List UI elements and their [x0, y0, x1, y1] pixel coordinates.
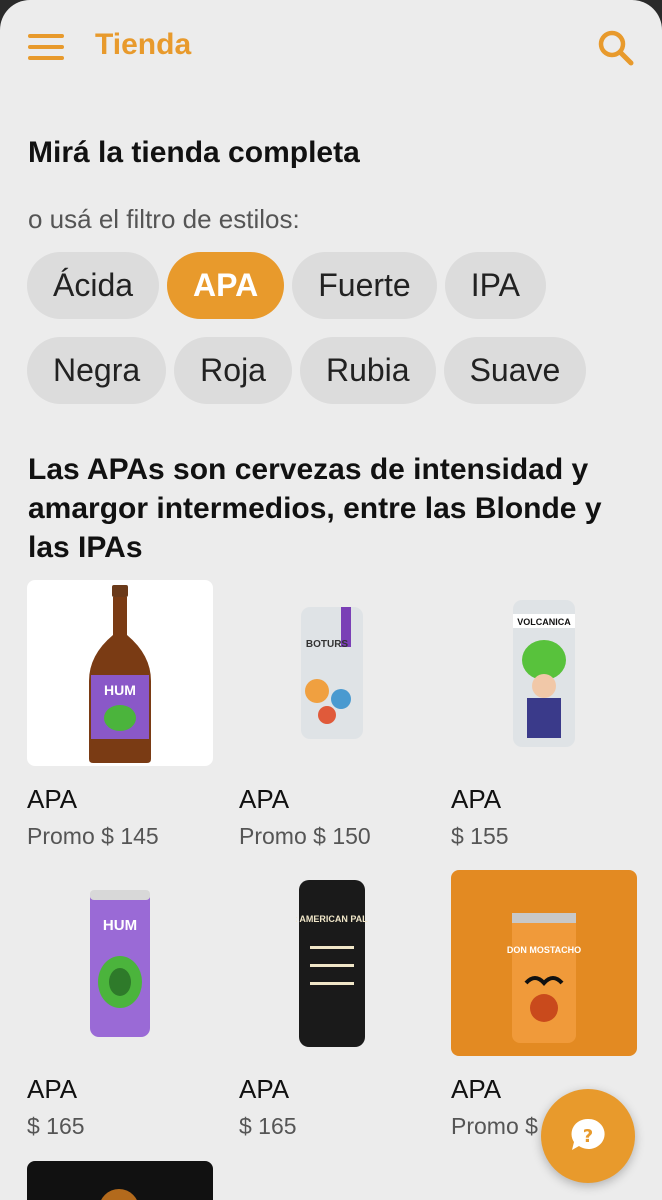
- chip-rubia[interactable]: Rubia: [299, 337, 436, 404]
- beer-can-image: BOTURS: [301, 607, 363, 739]
- page-title: Tienda: [95, 28, 192, 61]
- style-description: Las APAs son cervezas de intensidad y am…: [28, 453, 602, 564]
- product-price: Promo $ 145: [27, 823, 159, 849]
- product-price: Promo $ 150: [239, 823, 371, 849]
- product-image[interactable]: HUM: [27, 870, 213, 1056]
- top-app-bar: Tienda: [0, 0, 662, 96]
- beer-can-image: HUM: [90, 889, 150, 1037]
- chip-acida[interactable]: Ácida: [27, 252, 160, 319]
- style-filter-chips: Ácida APA Fuerte IPA Negra Roja Rubia Su…: [27, 252, 637, 422]
- product-name: APA: [27, 784, 78, 814]
- store-heading: Mirá la tienda completa: [28, 136, 360, 169]
- product-image[interactable]: BOTURS: [239, 580, 425, 766]
- beer-can-image: Davok AMERICAN PALE ALE: [296, 879, 368, 1047]
- product-image[interactable]: VOLCANICA: [451, 580, 637, 766]
- chip-roja[interactable]: Roja: [174, 337, 292, 404]
- beer-can-image: VOLCANICA: [513, 599, 575, 747]
- beer-can-image: DON MOSTACHO: [507, 913, 581, 1043]
- label-text: Davok AMERICAN PALE ALE: [296, 914, 368, 924]
- search-icon[interactable]: [596, 28, 636, 68]
- label-text: HUM: [103, 917, 137, 934]
- product-card[interactable]: BOTURS APA Promo $ 150: [239, 580, 425, 850]
- chip-ipa[interactable]: IPA: [444, 252, 546, 319]
- product-card[interactable]: HUM APA $ 165: [27, 870, 213, 1140]
- product-image[interactable]: DON MOSTACHO: [451, 870, 637, 1056]
- product-image[interactable]: Davok AMERICAN PALE ALE: [239, 870, 425, 1056]
- chip-suave[interactable]: Suave: [443, 337, 587, 404]
- product-name: APA: [239, 1074, 290, 1104]
- product-image[interactable]: HUM: [27, 580, 213, 766]
- svg-text:?: ?: [583, 1126, 593, 1147]
- chip-row: Negra Roja Rubia Suave: [27, 337, 637, 404]
- label-text: VOLCANICA: [517, 617, 571, 627]
- hamburger-menu-icon[interactable]: [28, 32, 66, 62]
- label-text: BOTURS: [306, 639, 349, 650]
- product-card[interactable]: [27, 1161, 213, 1200]
- product-card[interactable]: VOLCANICA APA $ 155: [451, 580, 637, 850]
- label-text: DON MOSTACHO: [507, 945, 581, 955]
- product-name: APA: [239, 784, 290, 814]
- product-name: APA: [27, 1074, 78, 1104]
- product-image[interactable]: [99, 1189, 139, 1200]
- product-price: $ 165: [27, 1113, 85, 1139]
- chip-negra[interactable]: Negra: [27, 337, 167, 404]
- product-card[interactable]: Davok AMERICAN PALE ALE APA $ 165: [239, 870, 425, 1140]
- chip-apa[interactable]: APA: [167, 252, 285, 319]
- label-text: HUM: [104, 682, 136, 698]
- beer-bottle-image: HUM: [89, 585, 151, 763]
- app-screen: Tienda Mirá la tienda completa o usá el …: [0, 0, 662, 1200]
- product-name: APA: [451, 784, 502, 814]
- question-chat-icon: ?: [571, 1118, 605, 1150]
- product-price: $ 165: [239, 1113, 297, 1139]
- product-price: $ 155: [451, 823, 509, 849]
- chip-fuerte[interactable]: Fuerte: [292, 252, 437, 319]
- help-chat-button[interactable]: ?: [541, 1089, 635, 1183]
- product-card[interactable]: HUM APA Promo $ 145: [27, 580, 213, 850]
- filter-hint: o usá el filtro de estilos:: [28, 204, 300, 234]
- chip-row: Ácida APA Fuerte IPA: [27, 252, 637, 319]
